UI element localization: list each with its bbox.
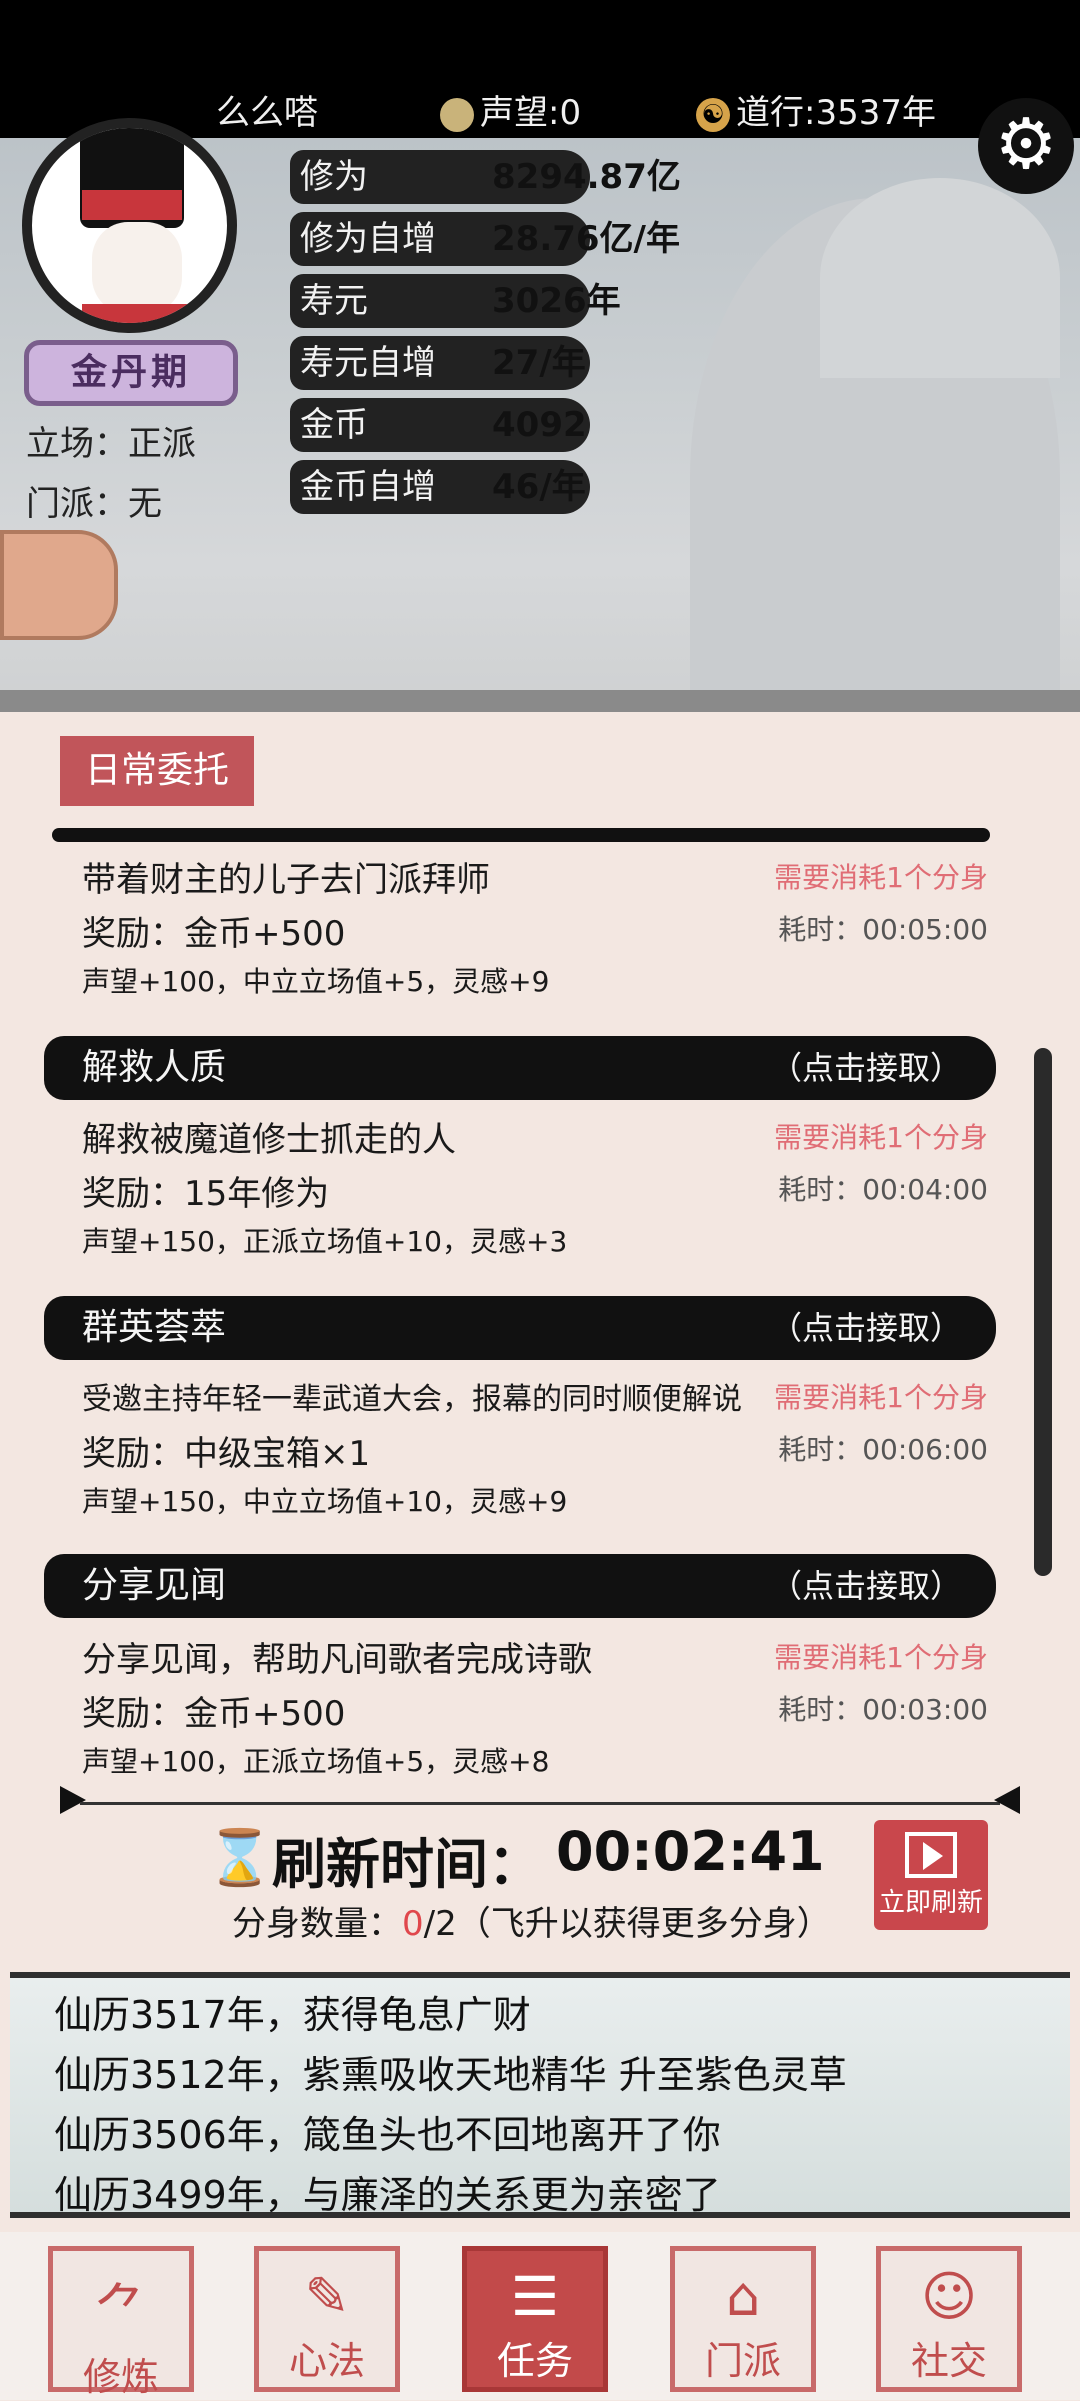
stat-value-cultivation: 8294.87亿 bbox=[492, 157, 681, 197]
task-3-time: 耗时：00:06:00 bbox=[778, 1433, 988, 1466]
task-2-accept-button[interactable]: （点击接取） bbox=[770, 1036, 962, 1100]
stat-value-lifespan-rate: 27/年 bbox=[492, 343, 586, 383]
dao-stat: ☯ 道行:3537年 bbox=[696, 88, 936, 138]
task-3-extra: 声望+150，中立立场值+10，灵感+9 bbox=[82, 1485, 568, 1518]
task-1-reward: 奖励：金币+500 bbox=[82, 914, 346, 954]
nav-cultivate-label: 修炼 bbox=[82, 2355, 159, 2399]
reputation-stat: 声望:0 bbox=[440, 88, 581, 138]
refresh-label: 刷新时间： bbox=[272, 1833, 542, 1896]
cultivate-icon: ⺈ bbox=[94, 2278, 148, 2341]
refresh-countdown: 00:02:41 bbox=[556, 1820, 825, 1883]
refresh-divider bbox=[80, 1802, 1000, 1805]
hat-band bbox=[82, 190, 182, 220]
right-arrow-icon bbox=[994, 1786, 1020, 1814]
nav-social[interactable]: ☺ 社交 bbox=[876, 2246, 1022, 2392]
header-divider bbox=[0, 690, 1080, 712]
task-1-time: 耗时：00:05:00 bbox=[778, 913, 988, 946]
sect-icon: ⌂ bbox=[725, 2265, 761, 2328]
dao-text: 道行:3537年 bbox=[736, 93, 936, 133]
stat-label-lifespan-rate: 寿元自增 bbox=[300, 343, 436, 383]
left-arrow-icon bbox=[60, 1786, 86, 1814]
task-4-cost: 需要消耗1个分身 bbox=[774, 1641, 988, 1674]
nav-tasks-label: 任务 bbox=[496, 2339, 573, 2383]
task-4-desc: 分享见闻，帮助凡间歌者完成诗歌 bbox=[82, 1640, 592, 1680]
player-name: 么么嗒 bbox=[216, 93, 318, 133]
task-2-title: 解救人质 bbox=[82, 1047, 227, 1088]
task-2-reward: 奖励：15年修为 bbox=[82, 1174, 330, 1214]
clone-count-prefix: 分身数量： bbox=[232, 1904, 402, 1944]
task-3-desc: 受邀主持年轻一辈武道大会，报幕的同时顺便解说 bbox=[82, 1382, 742, 1417]
stat-label-gold-rate: 金币自增 bbox=[300, 467, 436, 507]
stat-label-gold: 金币 bbox=[300, 405, 368, 445]
clone-count-rest: /2（飞升以获得更多分身） bbox=[423, 1904, 831, 1944]
stat-value-gold: 4092 bbox=[492, 405, 587, 445]
task-3-cost: 需要消耗1个分身 bbox=[774, 1381, 988, 1414]
log-line: 仙历3512年，紫熏吸收天地精华 升至紫色灵草 bbox=[54, 2053, 847, 2097]
play-icon bbox=[905, 1832, 957, 1878]
nav-technique[interactable]: ✎ 心法 bbox=[254, 2246, 400, 2392]
scroll-icon: ✎ bbox=[304, 2265, 350, 2328]
clone-count-current: 0 bbox=[402, 1904, 424, 1944]
log-line: 仙历3499年，与廉泽的关系更为亲密了 bbox=[54, 2173, 721, 2217]
log-line: 仙历3506年，箴鱼头也不回地离开了你 bbox=[54, 2113, 721, 2157]
bag-icon[interactable] bbox=[0, 530, 118, 640]
task-1-extra: 声望+100，中立立场值+5，灵感+9 bbox=[82, 965, 550, 998]
yinyang-icon: ☯ bbox=[696, 97, 730, 132]
avatar[interactable] bbox=[22, 118, 237, 333]
mountain-peak-decoration bbox=[820, 178, 1060, 378]
task-header-bar bbox=[52, 828, 990, 842]
task-2-time: 耗时：00:04:00 bbox=[778, 1173, 988, 1206]
nav-social-label: 社交 bbox=[910, 2339, 987, 2383]
clone-count: 分身数量：0/2（飞升以获得更多分身） bbox=[232, 1896, 831, 1945]
task-3-reward: 奖励：中级宝箱×1 bbox=[82, 1434, 371, 1474]
task-4-time: 耗时：00:03:00 bbox=[778, 1693, 988, 1726]
stat-value-cultivation-rate: 28.76亿/年 bbox=[492, 219, 680, 259]
task-2-desc: 解救被魔道修士抓走的人 bbox=[82, 1120, 456, 1160]
stat-value-gold-rate: 46/年 bbox=[492, 467, 586, 507]
nav-cultivate[interactable]: ⺈ 修炼 bbox=[48, 2246, 194, 2399]
task-2-extra: 声望+150，正派立场值+10，灵感+3 bbox=[82, 1225, 568, 1258]
task-1-desc: 带着财主的儿子去门派拜师 bbox=[82, 860, 490, 900]
reputation-coin-icon bbox=[440, 97, 474, 132]
stat-label-cultivation: 修为 bbox=[300, 157, 368, 197]
stat-value-lifespan: 3026年 bbox=[492, 281, 621, 321]
task-icon: ☰ bbox=[510, 2265, 560, 2328]
nav-tasks[interactable]: ☰ 任务 bbox=[462, 2246, 608, 2392]
task-1-cost: 需要消耗1个分身 bbox=[774, 861, 988, 894]
task-4-extra: 声望+100，正派立场值+5，灵感+8 bbox=[82, 1745, 550, 1778]
nav-technique-label: 心法 bbox=[288, 2339, 365, 2383]
task-4-reward: 奖励：金币+500 bbox=[82, 1694, 346, 1734]
stance-label: 立场：正派 bbox=[26, 424, 196, 464]
task-3-accept-button[interactable]: （点击接取） bbox=[770, 1296, 962, 1360]
log-line: 仙历3517年，获得龟息广财 bbox=[54, 1993, 531, 2037]
face bbox=[92, 222, 182, 314]
stat-label-lifespan: 寿元 bbox=[300, 281, 368, 321]
stat-label-cultivation-rate: 修为自增 bbox=[300, 219, 436, 259]
nav-sect-label: 门派 bbox=[704, 2339, 781, 2383]
daily-tasks-tag: 日常委托 bbox=[60, 736, 254, 806]
social-icon: ☺ bbox=[920, 2265, 978, 2328]
settings-gear-icon[interactable]: ⚙ bbox=[978, 98, 1074, 194]
task-4-accept-button[interactable]: （点击接取） bbox=[770, 1554, 962, 1618]
hourglass-icon: ⌛ bbox=[206, 1826, 274, 1889]
task-4-title: 分享见闻 bbox=[82, 1565, 227, 1606]
refresh-now-label: 立即刷新 bbox=[878, 1888, 983, 1918]
task-2-cost: 需要消耗1个分身 bbox=[774, 1121, 988, 1154]
sect-label: 门派：无 bbox=[26, 484, 162, 524]
nav-sect[interactable]: ⌂ 门派 bbox=[670, 2246, 816, 2392]
task-3-title: 群英荟萃 bbox=[82, 1307, 227, 1348]
refresh-now-button[interactable]: 立即刷新 bbox=[874, 1820, 988, 1930]
task-list-scrollbar[interactable] bbox=[1034, 1048, 1052, 1576]
reputation-text: 声望:0 bbox=[480, 93, 582, 133]
realm-badge: 金丹期 bbox=[24, 340, 238, 406]
